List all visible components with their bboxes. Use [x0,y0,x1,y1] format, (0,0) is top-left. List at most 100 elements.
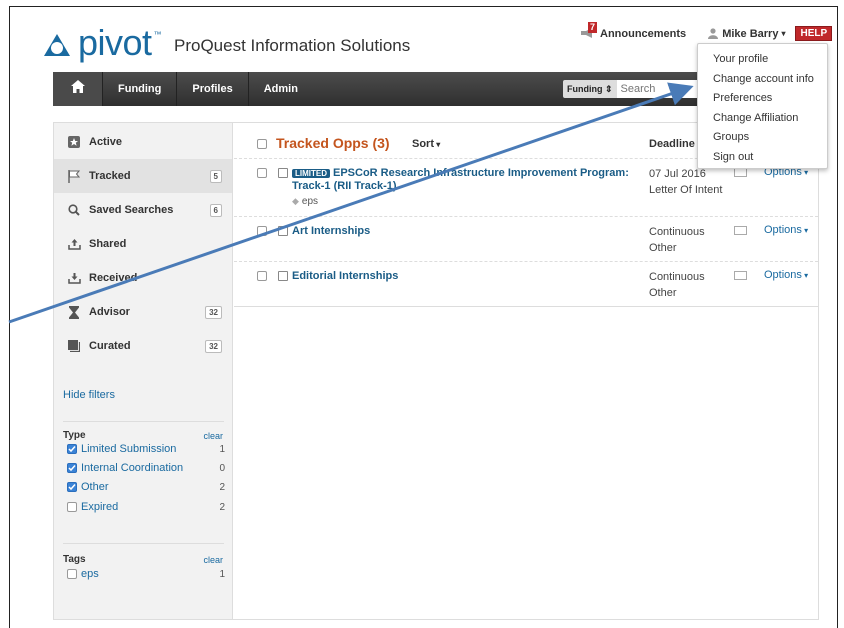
opportunity-title-link[interactable]: Editorial Internships [292,270,398,283]
chevron-down-icon: ▾ [801,168,809,177]
filter-option-count: 2 [219,481,225,493]
nav-admin[interactable]: Admin [249,72,313,106]
hide-filters-link[interactable]: Hide filters [63,389,115,401]
menu-item-change-affiliation[interactable]: Change Affiliation [698,109,827,129]
checkbox[interactable] [67,482,77,492]
row-checkbox[interactable] [257,226,267,236]
user-icon [708,28,719,39]
options-dropdown[interactable]: Options ▾ [764,224,808,236]
menu-item-groups[interactable]: Groups [698,128,827,148]
filter-option-label: Other [81,481,109,493]
email-icon[interactable] [734,168,747,177]
limited-badge: LIMITED [292,169,330,178]
tag-chip[interactable]: ◆ eps [292,196,318,207]
sidebar-item-label: Shared [89,238,127,250]
search-scope-select[interactable]: Funding ⇕ [563,80,617,98]
chevron-down-icon: ▾ [781,29,786,38]
company-name: ProQuest Information Solutions [174,36,411,55]
row-checkbox[interactable] [257,271,267,281]
checkbox[interactable] [67,444,77,454]
sidebar-item-label: Active [89,136,123,148]
tag-icon: ◆ [292,196,299,206]
deadline-column-header[interactable]: Deadline [649,138,695,150]
count-badge: 6 [209,204,222,217]
email-icon[interactable] [734,226,747,235]
help-button[interactable]: HELP [795,26,833,41]
logo-trademark: ™ [153,30,162,39]
deadline-cell: Continuous Other [649,271,705,299]
announcements-count-badge: 7 [588,21,598,33]
tags-filter-clear[interactable]: clear [203,555,223,565]
opportunity-title-link[interactable]: Art Internships [292,225,370,238]
count-badge: 32 [205,340,222,353]
deadline-cell: Continuous Other [649,226,705,254]
chevron-down-icon: ▾ [801,226,809,235]
list-title: Tracked Opps (3) [276,135,390,151]
sidebar-item-active[interactable]: Active [54,125,232,159]
document-icon [278,226,288,236]
sidebar-item-advisor[interactable]: Advisor 32 [54,295,232,329]
divider [63,543,224,544]
logo-text: pivot [78,22,152,63]
opportunity-title-link[interactable]: LIMITED EPSCoR Research Infrastructure Im… [292,167,629,193]
count-badge: 32 [205,306,222,319]
user-dropdown-menu: Your profile Change account info Prefere… [697,43,828,169]
sidebar-item-tracked[interactable]: Tracked 5 [54,159,232,193]
user-menu-toggle[interactable]: Mike Barry ▾ [708,28,785,40]
filter-option-eps[interactable]: eps 1 [67,568,225,580]
filter-option-count: 1 [219,568,225,580]
user-name: Mike Barry [722,27,779,40]
menu-item-your-profile[interactable]: Your profile [698,50,827,70]
menu-item-sign-out[interactable]: Sign out [698,148,827,168]
pivot-logo[interactable]: pivot ™ [42,22,162,63]
menu-item-preferences[interactable]: Preferences [698,89,827,109]
sidebar-item-label: Curated [89,340,131,352]
pivot-logo-icon [42,32,72,58]
nav-funding[interactable]: Funding [103,72,178,106]
sidebar-item-shared[interactable]: Shared [54,227,232,261]
announcements-link[interactable]: 7 Announcements [580,21,687,41]
tag-label: eps [301,196,319,207]
filter-option-other[interactable]: Other 2 [67,481,225,493]
search-bar: Funding ⇕ [563,80,717,98]
email-icon[interactable] [734,271,747,280]
home-button[interactable] [53,72,103,106]
checkbox[interactable] [67,463,77,473]
hourglass-icon [67,305,81,319]
sidebar-item-received[interactable]: Received [54,261,232,295]
tracked-list: Tracked Opps (3) Sort ▾ Deadline LIMITED… [234,123,818,619]
share-tray-icon [67,237,81,251]
filter-option-expired[interactable]: Expired 2 [67,501,225,513]
sort-dropdown[interactable]: Sort ▾ [412,138,440,150]
type-filter-heading: Type [63,430,86,441]
sidebar-item-curated[interactable]: Curated 32 [54,329,232,363]
row-checkbox[interactable] [257,168,267,178]
stack-icon [67,339,81,353]
filter-option-label: Limited Submission [81,443,177,455]
sidebar: Active Tracked 5 Saved Searches 6 Shared… [54,123,233,619]
chevron-down-icon: ▾ [801,271,809,280]
inbox-tray-icon [67,271,81,285]
checkbox[interactable] [67,569,77,579]
nav-profiles[interactable]: Profiles [177,72,249,106]
options-dropdown[interactable]: Options ▾ [764,269,808,281]
deadline-cell: 07 Jul 2016 Letter Of Intent [649,168,723,196]
chevron-down-icon: ▾ [434,140,441,149]
table-row: Art Internships Continuous Other Options … [234,216,818,261]
checkbox[interactable] [67,502,77,512]
type-filter-clear[interactable]: clear [203,431,223,441]
filter-option-label: Expired [81,501,119,513]
table-row: Editorial Internships Continuous Other Op… [234,261,818,307]
filter-option-count: 0 [219,462,225,474]
filter-option-count: 2 [219,501,225,513]
divider [63,421,224,422]
sidebar-item-saved-searches[interactable]: Saved Searches 6 [54,193,232,227]
filter-option-internal-coordination[interactable]: Internal Coordination 0 [67,462,225,474]
select-all-checkbox[interactable] [257,139,267,149]
sidebar-item-label: Received [89,272,138,284]
announcements-label: Announcements [600,27,687,40]
megaphone-icon: 7 [580,21,598,41]
main-panel: Active Tracked 5 Saved Searches 6 Shared… [53,122,819,620]
filter-option-limited-submission[interactable]: Limited Submission 1 [67,443,225,455]
menu-item-change-account-info[interactable]: Change account info [698,70,827,90]
